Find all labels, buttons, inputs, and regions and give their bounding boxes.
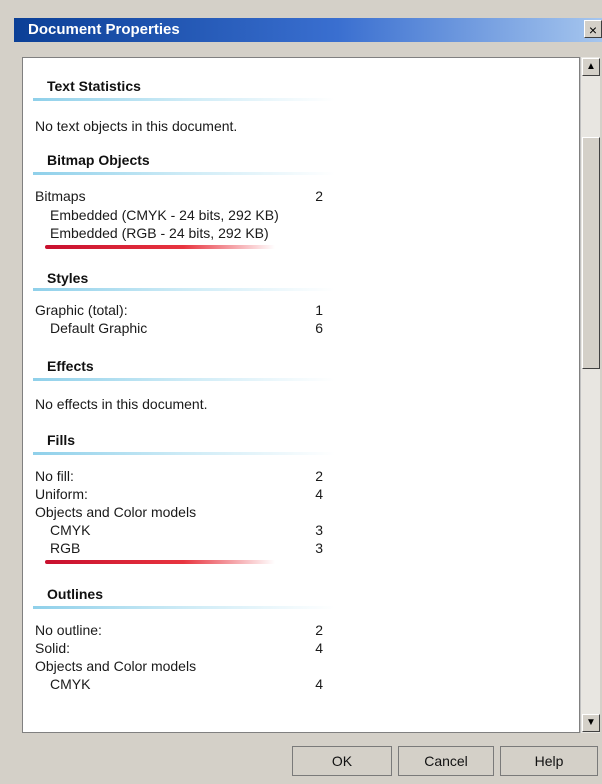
no-outline-label: No outline: <box>35 622 102 638</box>
bitmaps-count: 2 <box>315 188 323 204</box>
section-heading-bitmap-objects: Bitmap Objects <box>47 152 150 168</box>
section-divider <box>33 378 335 381</box>
outlines-cmyk-label: CMYK <box>50 676 91 692</box>
fills-cmyk-label: CMYK <box>50 522 91 538</box>
section-divider <box>33 172 335 175</box>
text-statistics-message: No text objects in this document. <box>35 118 238 134</box>
fills-rgb-label: RGB <box>50 540 81 556</box>
fills-cmyk-count: 3 <box>315 522 323 538</box>
outlines-cmyk-count: 4 <box>315 676 323 692</box>
help-button[interactable]: Help <box>500 746 598 776</box>
section-divider <box>33 288 335 291</box>
fills-rgb-count: 3 <box>315 540 323 556</box>
section-divider <box>33 98 335 101</box>
cancel-button[interactable]: Cancel <box>398 746 494 776</box>
section-heading-fills: Fills <box>47 432 76 448</box>
graphic-total-count: 1 <box>315 302 323 318</box>
no-outline-count: 2 <box>315 622 323 638</box>
properties-panel: Text Statistics No text objects in this … <box>22 57 580 733</box>
default-graphic-label: Default Graphic <box>50 320 148 336</box>
embedded-cmyk-entry: Embedded (CMYK - 24 bits, 292 KB) <box>50 207 279 223</box>
bitmaps-label: Bitmaps <box>35 188 86 204</box>
solid-label: Solid: <box>35 640 71 656</box>
section-heading-styles: Styles <box>47 270 89 286</box>
rgb-warning-underline <box>45 245 275 249</box>
title-bar: Document Properties × <box>14 18 602 42</box>
solid-count: 4 <box>315 640 323 656</box>
fills-color-models-label: Objects and Color models <box>35 504 197 520</box>
outlines-color-models-label: Objects and Color models <box>35 658 197 674</box>
scroll-up-icon[interactable]: ▲ <box>582 58 600 76</box>
no-fill-count: 2 <box>315 468 323 484</box>
section-divider <box>33 606 335 609</box>
window-title: Document Properties <box>28 21 180 38</box>
no-fill-label: No fill: <box>35 468 74 484</box>
ok-button[interactable]: OK <box>292 746 392 776</box>
effects-message: No effects in this document. <box>35 396 208 412</box>
uniform-count: 4 <box>315 486 323 502</box>
close-icon[interactable]: × <box>584 20 602 38</box>
graphic-total-label: Graphic (total): <box>35 302 128 318</box>
uniform-label: Uniform: <box>35 486 88 502</box>
section-heading-outlines: Outlines <box>47 586 104 602</box>
section-divider <box>33 452 335 455</box>
vertical-scrollbar[interactable]: ▲ ▼ <box>580 57 600 733</box>
rgb-warning-underline <box>45 560 275 564</box>
scroll-down-icon[interactable]: ▼ <box>582 714 600 732</box>
scrollbar-thumb[interactable] <box>582 137 600 369</box>
section-heading-effects: Effects <box>47 358 94 374</box>
default-graphic-count: 6 <box>315 320 323 336</box>
section-heading-text-statistics: Text Statistics <box>47 78 141 94</box>
embedded-rgb-entry: Embedded (RGB - 24 bits, 292 KB) <box>50 225 269 241</box>
